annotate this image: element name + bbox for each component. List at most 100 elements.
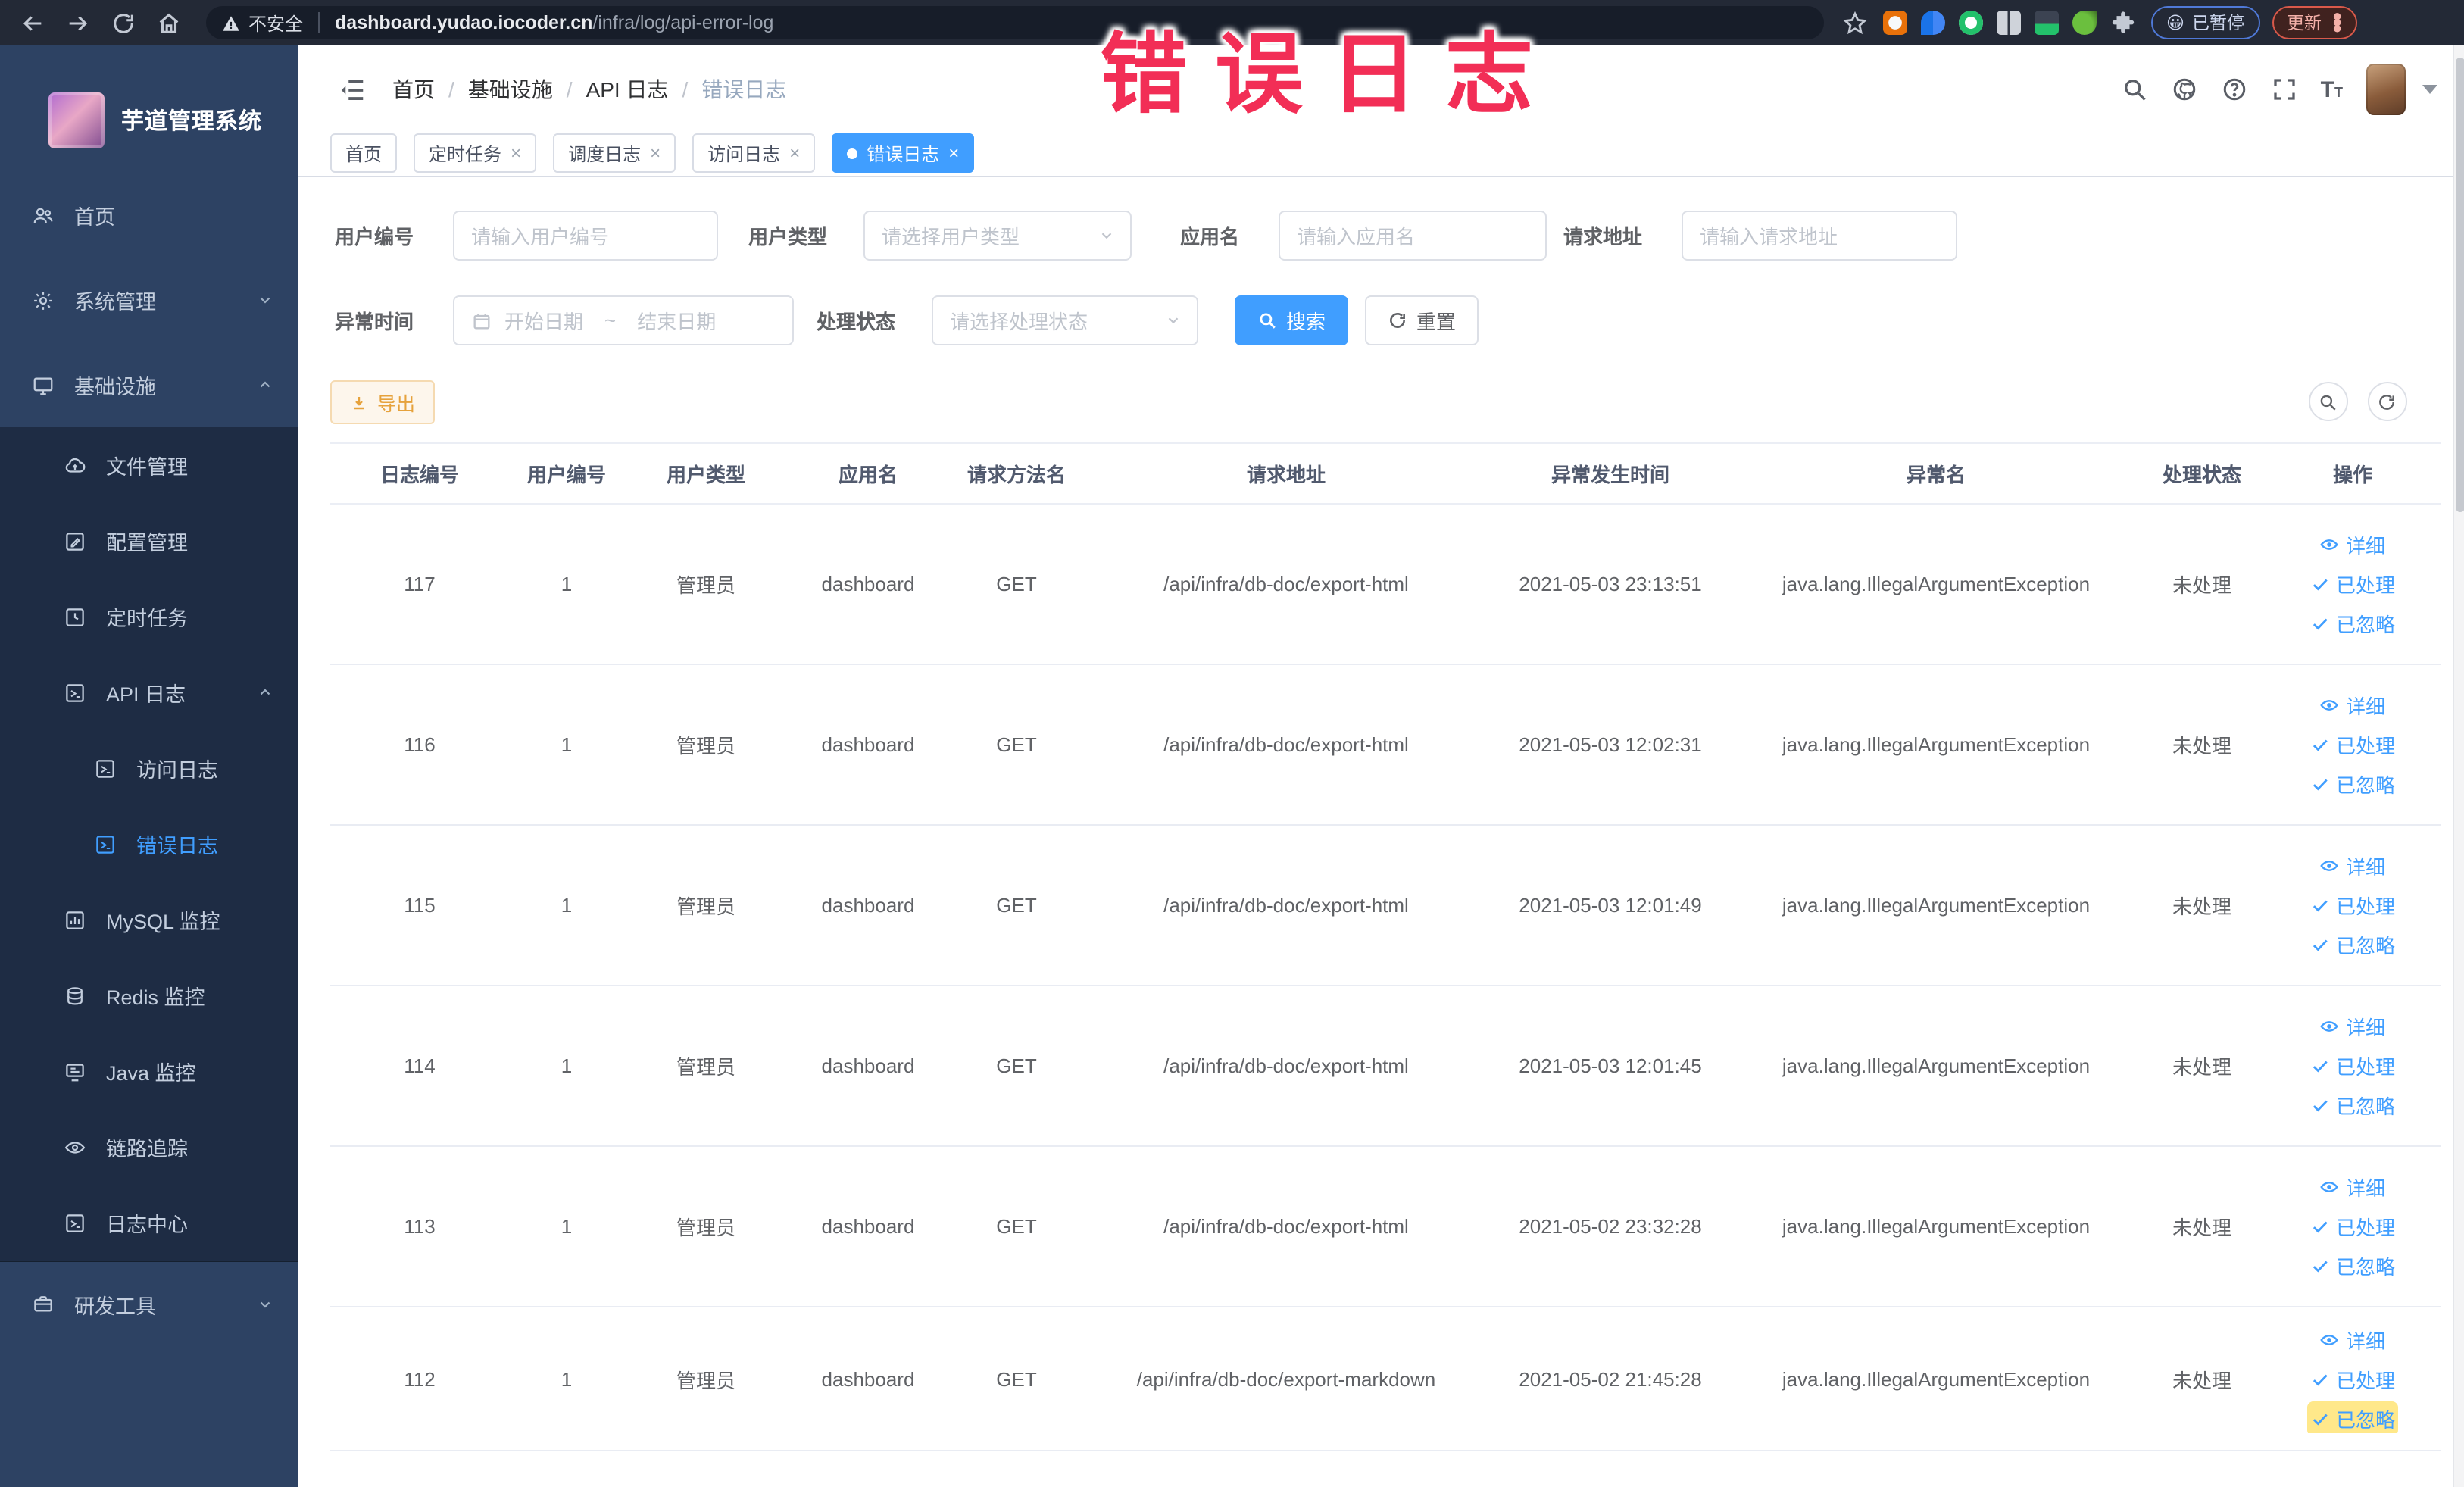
- action-link-ignored[interactable]: 已忽略: [2310, 930, 2395, 959]
- breadcrumb-item[interactable]: 首页: [392, 74, 435, 105]
- page-scrollbar[interactable]: [2452, 45, 2464, 1487]
- extension-blue-icon[interactable]: [1921, 11, 1945, 35]
- action-link-processed[interactable]: 已处理: [2310, 891, 2395, 920]
- sidebar-item-api-日志[interactable]: API 日志: [0, 654, 298, 730]
- extensions-puzzle-icon[interactable]: [2110, 10, 2136, 36]
- extension-orange-icon[interactable]: [1883, 11, 1907, 35]
- show-search-toggle-button[interactable]: [2308, 382, 2347, 421]
- req-url-input[interactable]: 请输入请求地址: [1682, 211, 1957, 261]
- browser-update-button[interactable]: 更新 ● ● ●: [2272, 6, 2358, 39]
- forward-icon[interactable]: [65, 10, 91, 36]
- tab-访问日志[interactable]: 访问日志 ×: [692, 133, 816, 173]
- action-link-detail[interactable]: 详细: [2320, 691, 2385, 720]
- close-icon[interactable]: ×: [948, 144, 959, 162]
- close-icon[interactable]: ×: [650, 144, 661, 162]
- sidebar-item-错误日志[interactable]: 错误日志: [0, 806, 298, 882]
- check-icon: [2310, 935, 2330, 954]
- sidebar-item-访问日志[interactable]: 访问日志: [0, 730, 298, 806]
- action-link-ignored[interactable]: 已忽略: [2310, 609, 2395, 638]
- tab-定时任务[interactable]: 定时任务 ×: [414, 133, 537, 173]
- action-label: 详细: [2345, 856, 2385, 879]
- column-header: 请求方法名: [967, 464, 1066, 486]
- sidebar-item-日志中心[interactable]: 日志中心: [0, 1185, 298, 1261]
- sidebar-item-配置管理[interactable]: 配置管理: [0, 503, 298, 579]
- action-link-processed[interactable]: 已处理: [2310, 1212, 2395, 1241]
- action-link-processed[interactable]: 已处理: [2310, 570, 2395, 598]
- sidebar-item-文件管理[interactable]: 文件管理: [0, 427, 298, 503]
- scrollbar-thumb[interactable]: [2455, 58, 2464, 512]
- refresh-table-button[interactable]: [2367, 382, 2406, 421]
- table-cell: dashboard: [821, 1367, 915, 1390]
- action-link-ignored[interactable]: 已忽略: [2310, 1091, 2395, 1120]
- sidebar-collapse-icon[interactable]: [338, 75, 367, 104]
- search-icon[interactable]: [2121, 76, 2148, 103]
- action-label: 已忽略: [2335, 1256, 2395, 1279]
- extension-leaf-icon[interactable]: [2072, 11, 2097, 35]
- export-button[interactable]: 导出: [330, 380, 436, 424]
- sidebar-item-研发工具[interactable]: 研发工具: [0, 1261, 298, 1345]
- sidebar-item-label: 日志中心: [106, 1214, 188, 1236]
- status-select[interactable]: 请选择处理状态: [932, 295, 1198, 345]
- sidebar-item-首页[interactable]: 首页: [0, 173, 298, 258]
- extension-grid-icon[interactable]: [1997, 11, 2021, 35]
- tab-label: 定时任务: [429, 143, 502, 164]
- tab-调度日志[interactable]: 调度日志 ×: [553, 133, 676, 173]
- action-link-processed[interactable]: 已处理: [2310, 1051, 2395, 1080]
- action-link-ignored[interactable]: 已忽略: [2310, 1251, 2395, 1280]
- eye-icon: [2320, 856, 2340, 876]
- fullscreen-icon[interactable]: [2271, 76, 2298, 103]
- user-type-select[interactable]: 请选择用户类型: [863, 211, 1132, 261]
- caret-down-icon[interactable]: [2422, 85, 2437, 94]
- req-url-label: 请求地址: [1563, 226, 1642, 248]
- home-icon[interactable]: [156, 10, 182, 36]
- sidebar-item-基础设施[interactable]: 基础设施: [0, 342, 298, 427]
- app-name-input[interactable]: 请输入应用名: [1279, 211, 1547, 261]
- eye-icon: [64, 1136, 86, 1158]
- security-chip[interactable]: 不安全: [221, 10, 303, 36]
- kebab-menu-icon[interactable]: ● ● ●: [2332, 8, 2342, 37]
- tab-错误日志[interactable]: 错误日志 ×: [832, 133, 975, 173]
- table-cell: 管理员: [676, 1217, 735, 1239]
- reload-icon[interactable]: [111, 10, 136, 36]
- action-link-detail[interactable]: 详细: [2320, 1173, 2385, 1201]
- action-link-processed[interactable]: 已处理: [2310, 730, 2395, 759]
- reset-button[interactable]: 重置: [1365, 295, 1479, 345]
- tab-首页[interactable]: 首页: [330, 133, 398, 173]
- github-icon[interactable]: [2171, 76, 2198, 103]
- column-header: 应用名: [838, 464, 898, 486]
- profile-paused-badge[interactable]: 😀 已暂停: [2151, 6, 2259, 39]
- breadcrumb-item[interactable]: 基础设施: [468, 74, 553, 105]
- action-link-detail[interactable]: 详细: [2320, 851, 2385, 880]
- search-button[interactable]: 搜索: [1235, 295, 1349, 345]
- sidebar-item-java-监控[interactable]: Java 监控: [0, 1033, 298, 1109]
- download-icon: [350, 393, 368, 411]
- extension-green-icon[interactable]: [1959, 11, 1983, 35]
- app-logo-row[interactable]: 芋道管理系统: [0, 45, 298, 173]
- sidebar-item-mysql-监控[interactable]: MySQL 监控: [0, 882, 298, 957]
- action-link-ignored[interactable]: 已忽略: [2310, 770, 2395, 798]
- sidebar-item-redis-监控[interactable]: Redis 监控: [0, 957, 298, 1033]
- avatar[interactable]: [2366, 64, 2405, 115]
- help-icon[interactable]: [2221, 76, 2248, 103]
- bookmark-star-icon[interactable]: [1842, 10, 1868, 36]
- action-link-processed[interactable]: 已处理: [2310, 1364, 2395, 1393]
- action-link-detail[interactable]: 详细: [2320, 1325, 2385, 1354]
- table-cell: java.lang.IllegalArgumentException: [1782, 1215, 2091, 1238]
- action-link-detail[interactable]: 详细: [2320, 530, 2385, 559]
- action-link-ignored[interactable]: 已忽略: [2309, 1404, 2395, 1432]
- fontsize-icon[interactable]: TT: [2321, 78, 2343, 101]
- back-icon[interactable]: [20, 10, 45, 36]
- sidebar-item-定时任务[interactable]: 定时任务: [0, 579, 298, 654]
- extension-on-badge-icon[interactable]: [2035, 11, 2059, 35]
- user-id-input[interactable]: 请输入用户编号: [453, 211, 718, 261]
- sidebar-item-链路追踪[interactable]: 链路追踪: [0, 1109, 298, 1185]
- action-link-detail[interactable]: 详细: [2320, 1012, 2385, 1041]
- close-icon[interactable]: ×: [789, 144, 800, 162]
- table-cell: 未处理: [2172, 574, 2231, 597]
- exc-time-daterange[interactable]: 开始日期 ~ 结束日期: [453, 295, 794, 345]
- close-icon[interactable]: ×: [511, 144, 521, 162]
- url-text[interactable]: dashboard.yudao.iocoder.cn/infra/log/api…: [335, 12, 773, 33]
- breadcrumb-item[interactable]: API 日志: [586, 74, 669, 105]
- address-bar[interactable]: 不安全 dashboard.yudao.iocoder.cn/infra/log…: [206, 6, 1824, 39]
- sidebar-item-系统管理[interactable]: 系统管理: [0, 258, 298, 342]
